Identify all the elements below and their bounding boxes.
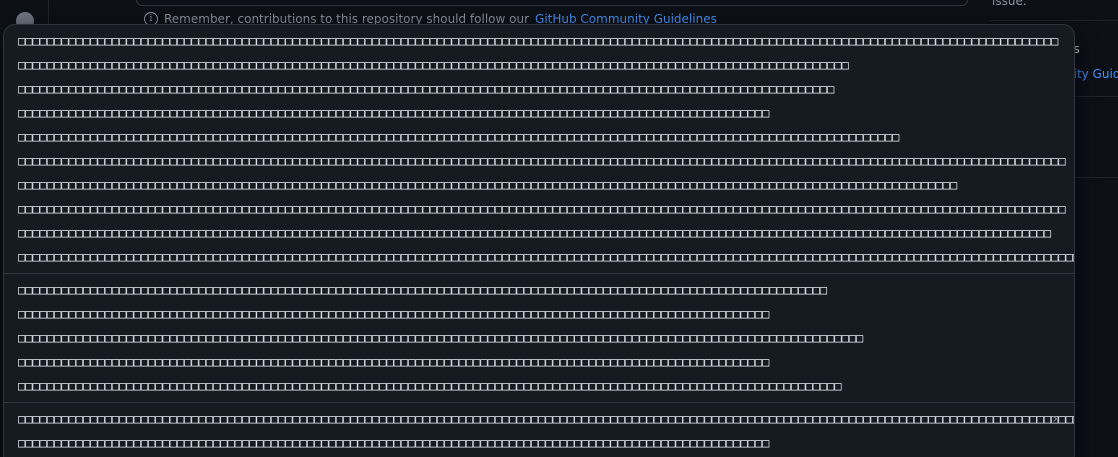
menu-item-label: □□□□□□□□□□□□□□□□□□□□□□□□□□□□□□□□□□□□□□□□… <box>18 250 1074 264</box>
menu-item[interactable]: □□□□□□□□□□□□□□□□□□□□□□□□□□□□□□□□□□□□□□□□… <box>4 374 1074 398</box>
page: i Remember, contributions to this reposi… <box>0 0 1118 457</box>
menu-item-label: □□□□□□□□□□□□□□□□□□□□□□□□□□□□□□□□□□□□□□□□… <box>18 130 900 144</box>
menu-item-label: □□□□□□□□□□□□□□□□□□□□□□□□□□□□□□□□□□□□□□□□… <box>18 178 958 192</box>
menu-item-label: □□□□□□□□□□□□□□□□□□□□□□□□□□□□□□□□□□□□□□□□… <box>18 436 770 450</box>
menu-item[interactable]: □□□□□□□□□□□□□□□□□□□□□□□□□□□□□□□□□□□□□□□□… <box>4 101 1074 125</box>
menu-item-label: □□□□□□□□□□□□□□□□□□□□□□□□□□□□□□□□□□□□□□□□… <box>18 307 770 321</box>
menu-item-label: □□□□□□□□□□□□□□□□□□□□□□□□□□□□□□□□□□□□□□□□… <box>18 58 849 72</box>
menu-item-label: □□□□□□□□□□□□□□□□□□□□□□□□□□□□□□□□□□□□□□□□… <box>18 34 1059 48</box>
menu-item-label: □□□□□□□□□□□□□□□□□□□□□□□□□□□□□□□□□□□□□□□□… <box>18 355 770 369</box>
comment-box[interactable] <box>136 0 968 6</box>
menu-item-label: □□□□□□□□□□□□□□□□□□□□□□□□□□□□□□□□□□□□□□□□… <box>18 202 1066 216</box>
menu-item[interactable]: □□□□□□□□□□□□□□□□□□□□□□□□□□□□□□□□□□□□□□□□… <box>4 125 1074 149</box>
menu-item[interactable]: □□□□□□□□□□□□□□□□□□□□□□□□□□□□□□□□□□□□□□□□… <box>4 221 1074 245</box>
menu-item-label: □□□□□□□□□□□□□□□□□□□□□□□□□□□□□□□□□□□□□□□□… <box>18 82 835 96</box>
menu-item-label: □□□□□□□□□□□□□□□□□□□□□□□□□□□□□□□□□□□□□□□□… <box>18 106 770 120</box>
menu-item-label: □□□□□□□□□□□□□□□□□□□□□□□□□□□□□□□□□□□□□□□□… <box>18 331 864 345</box>
sidebar-issue-text: issue. <box>992 0 1027 8</box>
menu-item[interactable]: □□□□□□□□□□□□□□□□□□□□□□□□□□□□□□□□□□□□□□□□… <box>4 350 1074 374</box>
menu-item-label: □□□□□□□□□□□□□□□□□□□□□□□□□□□□□□□□□□□□□□□□… <box>18 226 1052 240</box>
menu-item-label: □□□□□□□□□□□□□□□□□□□□□□□□□□□□□□□□□□□□□□□□… <box>18 154 1066 168</box>
menu-item-label: □□□□□□□□□□□□□□□□□□□□□□□□□□□□□□□□□□□□□□□□… <box>18 379 842 393</box>
menu-item[interactable]: □□□□□□□□□□□□□□□□□□□□□□□□□□□□□□□□□□□□□□□□… <box>4 407 1074 431</box>
menu-group: □□□□□□□□□□□□□□□□□□□□□□□□□□□□□□□□□□□□□□□□… <box>4 273 1074 402</box>
menu-item[interactable]: □□□□□□□□□□□□□□□□□□□□□□□□□□□□□□□□□□□□□□□□… <box>4 149 1074 173</box>
menu-item-label: □□□□□□□□□□□□□□□□□□□□□□□□□□□□□□□□□□□□□□□□… <box>18 412 1074 426</box>
menu-item[interactable]: □□□□□□□□□□□□□□□□□□□□□□□□□□□□□□□□□□□□□□□□… <box>4 326 1074 350</box>
menu-group: □□□□□□□□□□□□□□□□□□□□□□□□□□□□□□□□□□□□□□□□… <box>4 402 1074 457</box>
menu-item-label: □□□□□□□□□□□□□□□□□□□□□□□□□□□□□□□□□□□□□□□□… <box>18 283 828 297</box>
menu-item[interactable]: □□□□□□□□□□□□□□□□□□□□□□□□□□□□□□□□□□□□□□□□… <box>4 77 1074 101</box>
menu-item[interactable]: □□□□□□□□□□□□□□□□□□□□□□□□□□□□□□□□□□□□□□□□… <box>4 29 1074 53</box>
menu-item[interactable]: □□□□□□□□□□□□□□□□□□□□□□□□□□□□□□□□□□□□□□□□… <box>4 278 1074 302</box>
menu-item[interactable]: □□□□□□□□□□□□□□□□□□□□□□□□□□□□□□□□□□□□□□□□… <box>4 197 1074 221</box>
menu-item[interactable]: □□□□□□□□□□□□□□□□□□□□□□□□□□□□□□□□□□□□□□□□… <box>4 53 1074 77</box>
menu-item[interactable]: □□□□□□□□□□□□□□□□□□□□□□□□□□□□□□□□□□□□□□□□… <box>4 245 1074 269</box>
menu-item[interactable]: □□□□□□□□□□□□□□□□□□□□□□□□□□□□□□□□□□□□□□□□… <box>4 173 1074 197</box>
menu-item[interactable]: □□□□□□□□□□□□□□□□□□□□□□□□□□□□□□□□□□□□□□□□… <box>4 431 1074 455</box>
menu-group: □□□□□□□□□□□□□□□□□□□□□□□□□□□□□□□□□□□□□□□□… <box>4 25 1074 273</box>
chevron-right-icon: › <box>1052 411 1058 427</box>
sidebar-divider <box>990 20 1118 21</box>
context-menu: □□□□□□□□□□□□□□□□□□□□□□□□□□□□□□□□□□□□□□□□… <box>3 24 1075 457</box>
menu-item[interactable]: □□□□□□□□□□□□□□□□□□□□□□□□□□□□□□□□□□□□□□□□… <box>4 302 1074 326</box>
